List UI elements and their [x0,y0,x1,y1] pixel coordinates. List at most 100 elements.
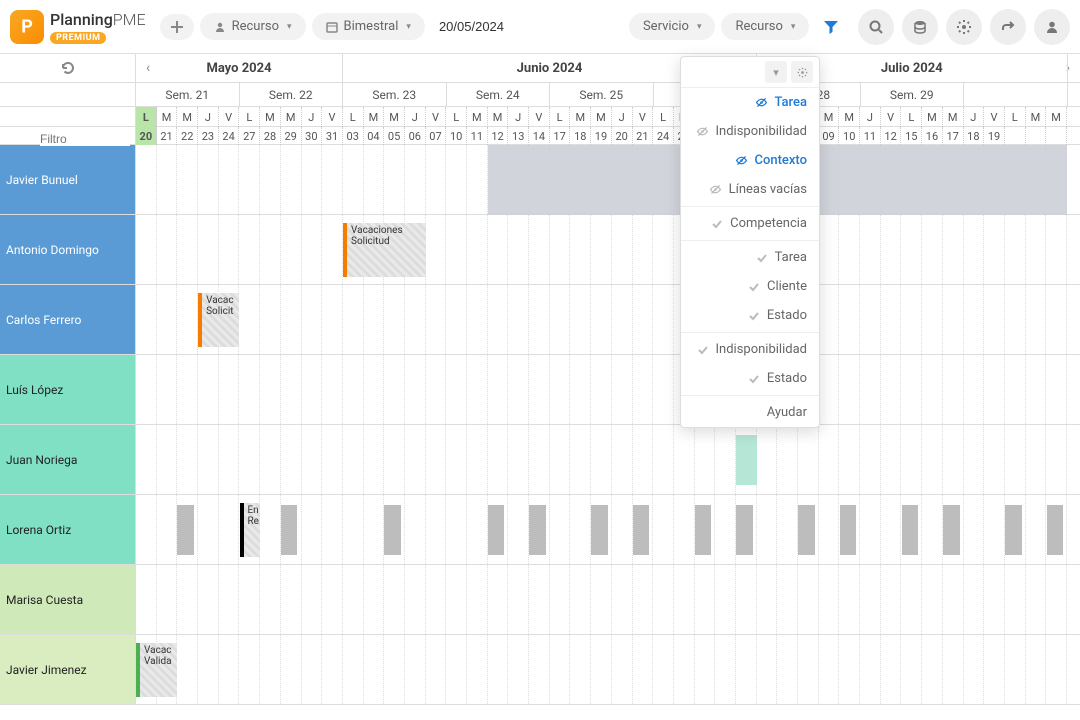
day-numbers-row: ▾ 20212223242728293031030405060710111213… [0,127,1080,145]
day-letter: M [488,107,509,127]
logo-icon [10,10,44,44]
dropdown-item[interactable]: Tarea [681,243,819,272]
eye-off-icon [696,125,710,138]
day-letter: V [529,107,550,127]
resource-name[interactable]: Marisa Cuesta [0,565,136,634]
day-letter: L [901,107,922,127]
search-icon [868,19,884,35]
premium-badge: PREMIUM [50,32,106,44]
dropdown-item[interactable]: Indisponibilidad [681,117,819,146]
day-letter: M [943,107,964,127]
dropdown-item[interactable]: Tarea [681,88,819,117]
database-icon [912,19,928,35]
share-button[interactable] [990,9,1026,45]
day-letter: J [860,107,881,127]
task-block[interactable]: VacacValida [136,643,177,697]
dropdown-item[interactable]: Indisponibilidad [681,335,819,364]
day-number: 17 [943,127,964,145]
day-letter: J [612,107,633,127]
day-number: 18 [964,127,985,145]
filter-button[interactable] [815,11,847,43]
check-icon [755,252,769,264]
day-number: 06 [405,127,426,145]
day-number: 04 [364,127,385,145]
resource-row: Javier Bunuel [0,145,1080,215]
resource2-dropdown[interactable]: Recurso▾ [721,13,809,40]
settings-button[interactable] [946,9,982,45]
refresh-icon[interactable] [60,60,76,76]
dropdown-item[interactable]: Estado [681,364,819,393]
resource-row: Juan Noriega [0,425,1080,495]
unavail-bar [384,505,401,555]
period-dropdown[interactable]: Bimestral▾ [312,13,425,40]
resource-name[interactable]: Javier Jimenez [0,635,136,704]
week-header: Sem. 25 [550,83,654,107]
dropdown-item[interactable]: Competencia [681,209,819,238]
dropdown-item[interactable]: Líneas vacías [681,175,819,204]
day-number: 23 [198,127,219,145]
check-icon [747,373,761,385]
day-number: 11 [467,127,488,145]
search-button[interactable] [858,9,894,45]
day-letter: M [591,107,612,127]
day-number: 21 [157,127,178,145]
dropdown-settings[interactable] [791,61,813,83]
resource-name[interactable]: Javier Bunuel [0,145,136,214]
unavail-bar [798,505,815,555]
day-number: 19 [591,127,612,145]
gear-icon [956,19,972,35]
resource-row: Carlos Ferrero VacacSolicit [0,285,1080,355]
day-letter: V [633,107,654,127]
day-letter: M [467,107,488,127]
dropdown-item[interactable]: Contexto [681,146,819,175]
day-letter: M [364,107,385,127]
date-input[interactable] [431,13,623,40]
resource-name[interactable]: Antonio Domingo [0,215,136,284]
unavail-bar [529,505,546,555]
gear-small-icon [797,67,808,78]
day-letter: M [1026,107,1047,127]
resource-name[interactable]: Lorena Ortiz [0,495,136,564]
user-button[interactable] [1034,9,1070,45]
filter-input[interactable] [40,132,130,146]
day-letter: M [922,107,943,127]
unavail-bar [488,505,505,555]
week-header: Sem. 22 [240,83,344,107]
right-toolbar [858,9,1070,45]
task-block[interactable]: VacacionesSolicitud [343,223,426,277]
day-letter: J [302,107,323,127]
data-button[interactable] [902,9,938,45]
week-header: Sem. 29 [861,83,965,107]
dropdown-help[interactable]: Ayudar [681,398,819,427]
day-number: 10 [839,127,860,145]
day-letter: M [384,107,405,127]
day-letter: M [839,107,860,127]
resource-row: Marisa Cuesta [0,565,1080,635]
day-letter: V [426,107,447,127]
day-number: 19 [984,127,1005,145]
eye-off-icon [709,183,723,196]
day-number: 24 [219,127,240,145]
resource-name[interactable]: Carlos Ferrero [0,285,136,354]
day-number: 21 [633,127,654,145]
resource-dropdown[interactable]: Recurso▾ [200,13,306,40]
day-number: 27 [239,127,260,145]
day-letter: L [550,107,571,127]
unavail-bar [943,505,960,555]
unavail-bar [902,505,919,555]
add-button[interactable] [160,14,194,40]
dropdown-item[interactable]: Estado [681,301,819,330]
task-block[interactable]: EnRe [240,503,261,557]
task-block[interactable]: VacacSolicit [198,293,239,347]
resource-name[interactable]: Juan Noriega [0,425,136,494]
day-letter: V [322,107,343,127]
dropdown-expand[interactable]: ▾ [765,61,787,83]
month-header: Mayo 2024 [136,54,343,82]
service-dropdown[interactable]: Servicio▾ [629,13,716,40]
day-letter: L [653,107,674,127]
day-letter: V [219,107,240,127]
dropdown-item[interactable]: Cliente [681,272,819,301]
day-number: 30 [302,127,323,145]
resource-name[interactable]: Luís López [0,355,136,424]
unavail-bar [840,505,857,555]
